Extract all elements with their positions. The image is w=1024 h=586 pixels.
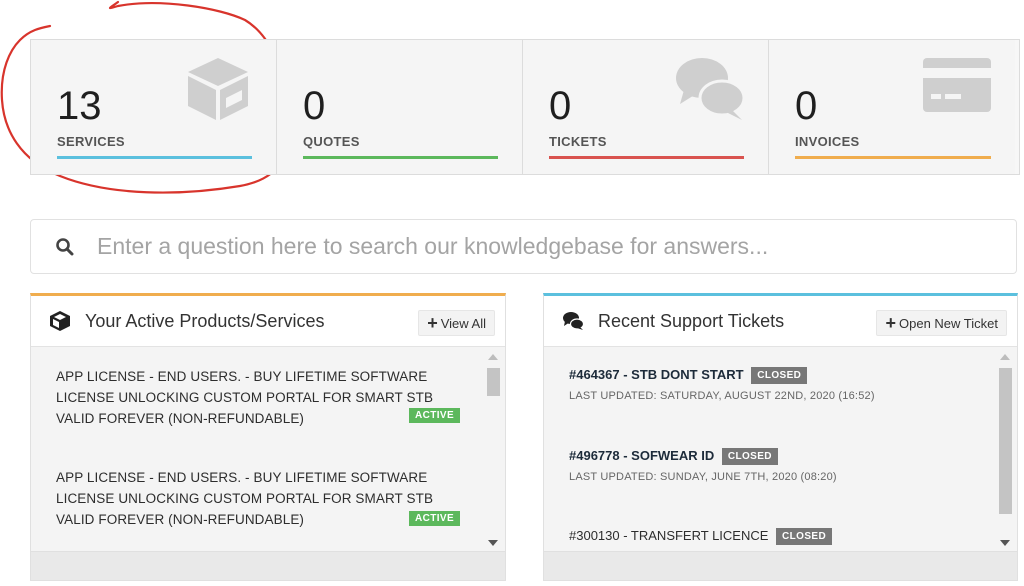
view-all-label: View All [440, 315, 486, 331]
ticket-title: #496778 - SOFWEAR ID [569, 448, 715, 463]
box-icon [188, 58, 248, 120]
products-panel-header: Your Active Products/Services + View All [31, 296, 505, 347]
status-badge: CLOSED [751, 367, 808, 384]
ticket-item[interactable]: #464367 - STB DONT START CLOSED LAST UPD… [569, 367, 875, 402]
product-name: APP LICENSE - END USERS. - BUY LIFETIME … [56, 470, 434, 527]
plus-icon: + [427, 313, 438, 333]
services-bar [57, 156, 252, 159]
quotes-label: QUOTES [303, 134, 360, 149]
products-panel-footer [31, 551, 505, 580]
products-panel-title: Your Active Products/Services [85, 310, 325, 331]
view-all-button[interactable]: + View All [418, 310, 495, 336]
services-label: SERVICES [57, 134, 125, 149]
credit-card-icon [923, 58, 991, 112]
tickets-bar [549, 156, 744, 159]
knowledgebase-search [30, 219, 1017, 274]
scroll-thumb[interactable] [999, 368, 1012, 514]
active-products-panel: Your Active Products/Services + View All… [30, 293, 506, 581]
invoices-tile[interactable]: 0 INVOICES [769, 40, 1015, 174]
services-count: 13 [57, 84, 102, 128]
tickets-count: 0 [549, 84, 572, 128]
tickets-scrollbar[interactable] [997, 352, 1013, 548]
scroll-up-icon[interactable] [1000, 354, 1010, 360]
scroll-down-icon[interactable] [1000, 540, 1010, 546]
list-item[interactable]: APP LICENSE - END USERS. - BUY LIFETIME … [56, 366, 466, 429]
quotes-tile[interactable]: 0 QUOTES [277, 40, 523, 174]
product-name: APP LICENSE - END USERS. - BUY LIFETIME … [56, 369, 434, 426]
ticket-item[interactable]: #496778 - SOFWEAR ID CLOSED LAST UPDATED… [569, 448, 837, 483]
scroll-down-icon[interactable] [488, 540, 498, 546]
tickets-label: TICKETS [549, 134, 607, 149]
stats-tiles: 13 SERVICES 0 QUOTES 0 TICKETS 0 INVOICE… [30, 39, 1020, 175]
comments-icon [563, 312, 584, 330]
list-item[interactable]: APP LICENSE - END USERS. - BUY LIFETIME … [56, 467, 466, 530]
scroll-thumb[interactable] [487, 368, 500, 396]
quotes-bar [303, 156, 498, 159]
status-badge: ACTIVE [409, 408, 461, 423]
tickets-tile[interactable]: 0 TICKETS [523, 40, 769, 174]
scroll-up-icon[interactable] [488, 354, 498, 360]
invoices-bar [795, 156, 991, 159]
products-scrollbar[interactable] [485, 352, 501, 548]
ticket-item[interactable]: #300130 - TRANSFERT LICENCE CLOSED [569, 528, 833, 545]
tickets-panel-header: Recent Support Tickets + Open New Ticket [544, 296, 1017, 347]
search-input[interactable] [95, 232, 979, 261]
recent-tickets-panel: Recent Support Tickets + Open New Ticket… [543, 293, 1018, 581]
ticket-title: #300130 - TRANSFERT LICENCE [569, 528, 769, 543]
status-badge: CLOSED [776, 528, 833, 545]
products-list[interactable]: APP LICENSE - END USERS. - BUY LIFETIME … [31, 347, 505, 555]
ticket-updated: LAST UPDATED: SUNDAY, JUNE 7TH, 2020 (08… [569, 471, 837, 483]
tickets-panel-footer [544, 551, 1017, 580]
ticket-updated: LAST UPDATED: SATURDAY, AUGUST 22ND, 202… [569, 390, 875, 402]
ticket-title: #464367 - STB DONT START [569, 367, 744, 382]
status-badge: ACTIVE [409, 511, 461, 526]
invoices-count: 0 [795, 84, 818, 128]
status-badge: CLOSED [721, 448, 778, 465]
quotes-count: 0 [303, 84, 326, 128]
tickets-list[interactable]: #464367 - STB DONT START CLOSED LAST UPD… [544, 347, 1017, 555]
invoices-label: INVOICES [795, 134, 860, 149]
search-icon [56, 237, 74, 255]
services-tile[interactable]: 13 SERVICES [31, 40, 277, 174]
plus-icon: + [885, 313, 896, 333]
open-new-ticket-label: Open New Ticket [899, 315, 998, 331]
comments-icon [676, 58, 746, 120]
tickets-panel-title: Recent Support Tickets [598, 310, 785, 331]
cube-icon [50, 311, 70, 331]
open-new-ticket-button[interactable]: + Open New Ticket [876, 310, 1007, 336]
